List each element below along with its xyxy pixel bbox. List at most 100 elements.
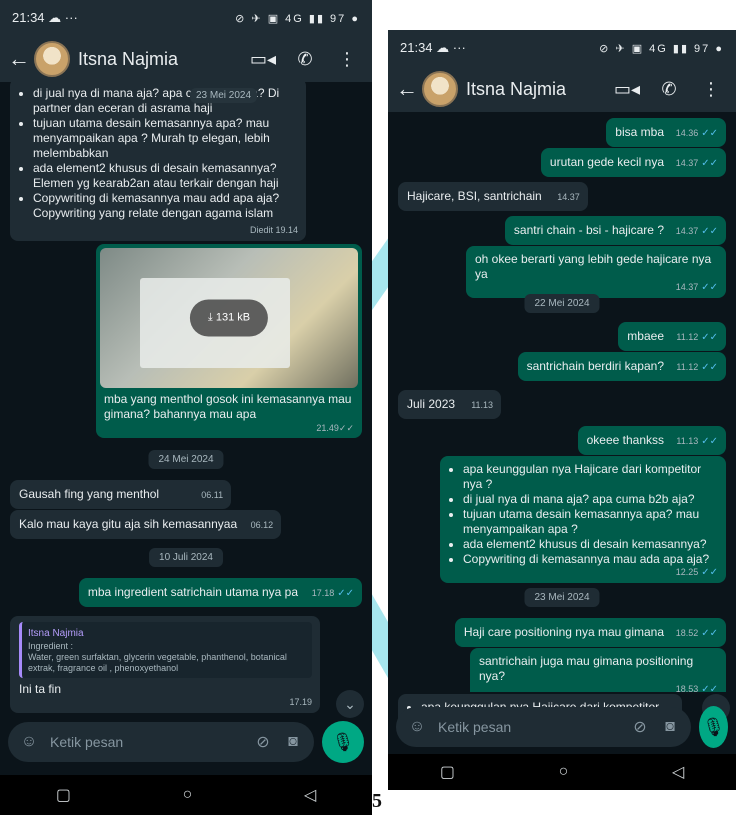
status-extras: ☁ ··· bbox=[436, 40, 466, 55]
read-ticks-icon: ✓✓ bbox=[701, 684, 718, 692]
message-input[interactable] bbox=[436, 718, 621, 736]
message-meta: 12.25 ✓✓ bbox=[676, 565, 718, 580]
outgoing-message[interactable]: santrichain berdiri kapan? 11.12 ✓✓ bbox=[517, 352, 726, 381]
back-icon[interactable]: ◁ bbox=[672, 762, 684, 782]
back-arrow-icon[interactable]: ← bbox=[8, 46, 30, 72]
message-time: 17.19 bbox=[289, 697, 312, 707]
outgoing-media-message[interactable]: ⤓ 131 kB mba yang menthol gosok ini kema… bbox=[96, 244, 362, 438]
message-text: bisa mba bbox=[615, 125, 664, 139]
right-phone-screenshot: 21:34 ☁ ··· ⊘ ✈ ▣ 4G ▮▮ 97 ● ← Itsna Naj… bbox=[388, 30, 736, 790]
message-input-container[interactable]: ☺ ⊘ ◙ bbox=[396, 707, 691, 747]
outgoing-message[interactable]: oh okee berarti yang lebih gede hajicare… bbox=[466, 246, 726, 298]
attachment-icon[interactable]: ⊘ bbox=[252, 732, 274, 752]
message-text: urutan gede kecil nya bbox=[549, 155, 664, 169]
message-text: Gausah fing yang menthol bbox=[19, 487, 160, 501]
outgoing-message[interactable]: santrichain juga mau gimana positioning … bbox=[470, 648, 726, 692]
list-item: tujuan utama desain kemasannya apa? mau … bbox=[33, 116, 298, 161]
message-input[interactable] bbox=[48, 733, 244, 751]
video-call-icon[interactable]: ▭◂ bbox=[246, 49, 280, 70]
voice-record-button[interactable]: 🎙 bbox=[322, 721, 364, 763]
avatar[interactable] bbox=[422, 71, 458, 107]
scroll-down-button[interactable]: ⌄ bbox=[336, 690, 364, 718]
message-time: 14.37 bbox=[557, 192, 580, 202]
composer: ☺ ⊘ ◙ 🎙 bbox=[8, 721, 364, 763]
message-text: Haji care positioning nya mau gimana bbox=[463, 625, 664, 639]
chat-area[interactable]: bisa mba 14.36 ✓✓ urutan gede kecil nya 1… bbox=[388, 112, 736, 692]
camera-icon[interactable]: ◙ bbox=[282, 733, 304, 751]
list-item: Copywriting di kemasannya mau add apa aj… bbox=[33, 191, 298, 221]
incoming-message[interactable]: Gausah fing yang menthol 06.11 bbox=[10, 480, 232, 509]
outgoing-message[interactable]: mbaee 11.12 ✓✓ bbox=[618, 322, 726, 351]
question-list: apa keunggulan nya Hajicare dari kompeti… bbox=[449, 462, 718, 567]
media-thumbnail[interactable]: ⤓ 131 kB bbox=[100, 248, 358, 388]
chat-header: ← Itsna Najmia ▭◂ ✆ ⋮ bbox=[388, 66, 736, 112]
incoming-message[interactable]: di jual nya di mana aja? apa cuma b2b aj… bbox=[10, 82, 306, 241]
message-time: 06.11 bbox=[201, 490, 224, 500]
more-options-icon[interactable]: ⋮ bbox=[330, 49, 364, 70]
camera-icon[interactable]: ◙ bbox=[659, 718, 681, 736]
message-input-container[interactable]: ☺ ⊘ ◙ bbox=[8, 722, 314, 762]
quoted-text: Ingredient : Water, green surfaktan, gly… bbox=[28, 641, 287, 673]
emoji-icon[interactable]: ☺ bbox=[18, 733, 40, 751]
message-text: Hajicare, BSI, santrichain bbox=[407, 189, 542, 203]
incoming-reply-message[interactable]: Itsna Najmia Ingredient : Water, green s… bbox=[10, 616, 320, 713]
microphone-icon: 🎙 bbox=[702, 716, 725, 737]
status-time: 21:34 bbox=[12, 10, 45, 25]
message-time: 14.37 bbox=[675, 226, 699, 236]
status-extras: ☁ ··· bbox=[48, 10, 78, 25]
read-ticks-icon: ✓✓ bbox=[701, 226, 718, 237]
home-icon[interactable]: ○ bbox=[559, 763, 569, 781]
composer: ☺ ⊘ ◙ 🎙 bbox=[396, 706, 728, 748]
read-ticks-icon: ✓✓ bbox=[338, 423, 354, 433]
read-ticks-icon: ✓✓ bbox=[701, 567, 718, 578]
download-button[interactable]: ⤓ 131 kB bbox=[189, 299, 269, 337]
incoming-message[interactable]: Hajicare, BSI, santrichain 14.37 bbox=[398, 182, 588, 211]
message-time: 12.25 bbox=[675, 567, 699, 577]
download-icon: ⤓ bbox=[207, 311, 213, 324]
outgoing-message[interactable]: mba ingredient satrichain utama nya pa 1… bbox=[78, 578, 362, 607]
more-options-icon[interactable]: ⋮ bbox=[694, 79, 728, 100]
message-time: 14.36 bbox=[675, 128, 699, 138]
chat-area[interactable]: di jual nya di mana aja? apa cuma b2b aj… bbox=[0, 82, 372, 722]
incoming-message[interactable]: Kalo mau kaya gitu aja sih kemasannyaa 0… bbox=[10, 510, 282, 539]
read-ticks-icon: ✓✓ bbox=[701, 436, 718, 447]
status-icons: ⊘ ✈ ▣ 4G ▮▮ 97 ● bbox=[235, 12, 360, 25]
quoted-author: Itsna Najmia bbox=[28, 628, 84, 639]
date-chip: 22 Mei 2024 bbox=[524, 294, 600, 313]
phone-call-icon[interactable]: ✆ bbox=[652, 79, 686, 100]
message-text: mba ingredient satrichain utama nya pa bbox=[87, 585, 298, 599]
message-meta: 18.53 ✓✓ bbox=[676, 682, 718, 692]
back-icon[interactable]: ◁ bbox=[304, 785, 316, 805]
date-chip: 23 Mei 2024 bbox=[190, 88, 258, 103]
outgoing-message[interactable]: okeee thankss 11.13 ✓✓ bbox=[577, 426, 726, 455]
back-arrow-icon[interactable]: ← bbox=[396, 76, 418, 102]
outgoing-message[interactable]: santri chain - bsi - hajicare ? 14.37 ✓✓ bbox=[504, 216, 726, 245]
message-meta: 21.49✓✓ bbox=[316, 423, 354, 434]
status-icons: ⊘ ✈ ▣ 4G ▮▮ 97 ● bbox=[599, 42, 724, 55]
contact-name[interactable]: Itsna Najmia bbox=[466, 79, 602, 100]
status-time: 21:34 bbox=[400, 40, 433, 55]
outgoing-message[interactable]: apa keunggulan nya Hajicare dari kompeti… bbox=[440, 456, 726, 583]
message-time: 06.12 bbox=[250, 520, 274, 530]
contact-name[interactable]: Itsna Najmia bbox=[78, 49, 238, 70]
message-meta: 17.18 ✓✓ bbox=[312, 586, 354, 601]
recents-icon[interactable]: ▢ bbox=[440, 762, 455, 782]
emoji-icon[interactable]: ☺ bbox=[406, 718, 428, 736]
recents-icon[interactable]: ▢ bbox=[56, 785, 71, 805]
outgoing-message[interactable]: urutan gede kecil nya 14.37 ✓✓ bbox=[540, 148, 726, 177]
voice-record-button[interactable]: 🎙 bbox=[699, 706, 728, 748]
incoming-message[interactable]: Juli 2023 11.13 bbox=[398, 390, 502, 419]
quoted-message[interactable]: Itsna Najmia Ingredient : Water, green s… bbox=[19, 622, 312, 678]
avatar[interactable] bbox=[34, 41, 70, 77]
list-item: di jual nya di mana aja? apa cuma b2b aj… bbox=[33, 86, 298, 116]
status-bar: 21:34 ☁ ··· ⊘ ✈ ▣ 4G ▮▮ 97 ● bbox=[0, 0, 372, 36]
video-call-icon[interactable]: ▭◂ bbox=[610, 79, 644, 100]
message-time: 18.53 bbox=[675, 684, 699, 692]
home-icon[interactable]: ○ bbox=[183, 786, 193, 804]
outgoing-message[interactable]: bisa mba 14.36 ✓✓ bbox=[606, 118, 726, 147]
phone-call-icon[interactable]: ✆ bbox=[288, 49, 322, 70]
message-text: Ini ta fin bbox=[19, 682, 62, 696]
attachment-icon[interactable]: ⊘ bbox=[629, 717, 651, 737]
message-time: 17.18 bbox=[311, 588, 335, 598]
outgoing-message[interactable]: Haji care positioning nya mau gimana 18.… bbox=[454, 618, 726, 647]
